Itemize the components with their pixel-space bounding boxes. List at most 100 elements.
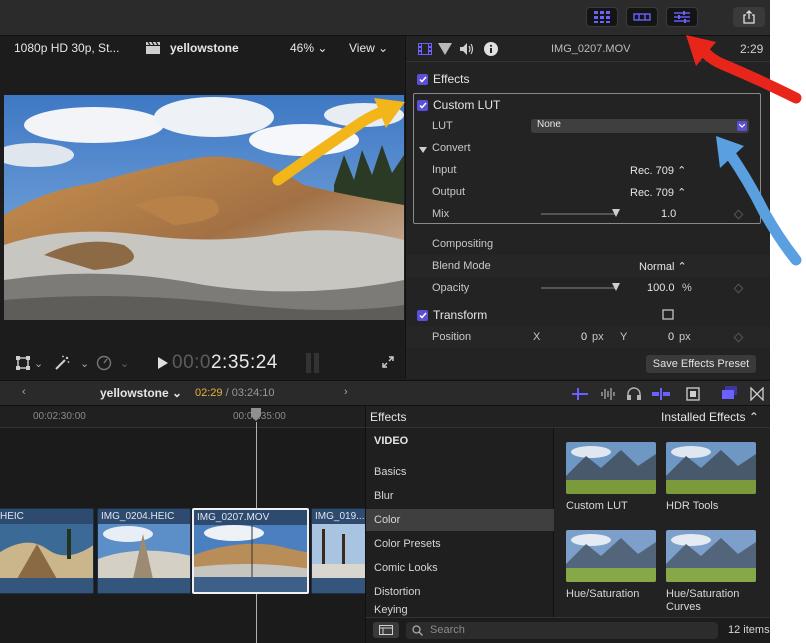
keyframe-diamond-icon[interactable] — [733, 332, 744, 343]
category-blur[interactable]: Blur — [366, 485, 554, 507]
transform-checkbox[interactable] — [417, 309, 428, 321]
category-header-video: VIDEO — [374, 435, 409, 447]
opacity-row: Opacity 100.0 % — [406, 277, 770, 299]
headphones-icon[interactable] — [627, 387, 641, 403]
filmstrip-icon[interactable] — [686, 387, 700, 404]
effect-tile-hue-saturation[interactable]: Hue/Saturation — [566, 530, 656, 601]
transform-tool-icon[interactable] — [16, 356, 30, 373]
viewer: 1080p HD 30p, St... yellowstone 46% ⌄ Vi… — [0, 36, 404, 379]
lut-popup[interactable]: None — [531, 119, 749, 133]
lut-label: LUT — [432, 120, 453, 132]
effects-browser-title: Effects — [370, 410, 407, 424]
mix-slider-knob[interactable] — [612, 209, 620, 217]
category-keying[interactable]: Keying — [366, 604, 554, 617]
zoom-menu[interactable]: 46% ⌄ — [290, 41, 327, 55]
video-inspector-icon[interactable] — [418, 43, 432, 58]
timeline-toolbar: ‹ yellowstone ⌄ 02:29 / 03:24:10 › — [0, 380, 770, 406]
inspector: IMG_0207.MOV 2:29 Effects Custom LUT LUT… — [405, 36, 770, 379]
effect-thumbnail — [666, 442, 756, 494]
color-inspector-icon[interactable] — [438, 43, 452, 58]
installed-effects-menu[interactable]: Installed Effects ⌃ — [661, 410, 759, 424]
mix-label: Mix — [432, 208, 450, 220]
clip-appearance-icon[interactable] — [572, 388, 588, 403]
forward-chevron-icon[interactable]: › — [344, 386, 348, 398]
timeline-clip[interactable]: IMG_0204.HEIC — [97, 508, 191, 594]
playhead-handle[interactable] — [251, 408, 261, 422]
keyframe-diamond-icon[interactable] — [733, 209, 744, 220]
output-popup[interactable]: Rec. 709 ⌃ — [630, 186, 686, 199]
clip-filename: IMG_0207.MOV — [551, 42, 631, 55]
mix-value[interactable]: 1.0 — [661, 208, 676, 220]
chevron-down-icon[interactable]: ⌄ — [80, 357, 89, 370]
audio-speaker-icon[interactable] — [460, 43, 474, 58]
keyframe-diamond-icon[interactable] — [733, 283, 744, 294]
clapper-icon — [146, 41, 160, 57]
inspector-sliders-icon[interactable] — [666, 7, 698, 27]
final-cut-window: 1080p HD 30p, St... yellowstone 46% ⌄ Vi… — [0, 0, 770, 643]
share-icon[interactable] — [733, 7, 765, 27]
effects-search-input[interactable]: Search — [406, 622, 718, 639]
library-grid-icon[interactable] — [586, 7, 618, 27]
timeline[interactable]: 00:02:30:00 00:02:35:00 HEIC IMG_0204.HE… — [0, 406, 371, 643]
position-row: Position X 0 px Y 0 px — [406, 326, 770, 348]
effect-tile-custom-lut[interactable]: Custom LUT — [566, 442, 656, 513]
clip-thumbnail — [194, 525, 307, 580]
opacity-slider[interactable] — [541, 287, 616, 289]
viewer-controls: ⌄ ⌄ ⌄ 00:02:35:24 — [0, 348, 404, 379]
top-toolbar — [0, 0, 770, 36]
viewer-frame — [4, 95, 404, 320]
chevron-down-icon[interactable]: ⌄ — [34, 357, 43, 370]
clip-thumbnail — [98, 524, 190, 579]
position-x-value[interactable]: 0 — [581, 331, 587, 343]
timeline-project-menu[interactable]: yellowstone ⌄ — [100, 386, 182, 400]
timeline-icon[interactable] — [626, 7, 658, 27]
chevron-down-icon[interactable]: ⌄ — [120, 357, 129, 370]
snapping-icon[interactable] — [652, 388, 670, 403]
timeline-ruler[interactable]: 00:02:30:00 00:02:35:00 — [0, 406, 365, 428]
compositing-header[interactable]: Compositing — [406, 233, 770, 255]
effects-browser-icon[interactable] — [722, 386, 738, 403]
magic-wand-icon[interactable] — [54, 355, 70, 374]
selected-timeline-clip[interactable]: IMG_0207.MOV — [192, 508, 309, 594]
viewer-header: 1080p HD 30p, St... yellowstone 46% ⌄ Vi… — [0, 36, 404, 60]
opacity-slider-knob[interactable] — [612, 283, 620, 291]
category-color-presets[interactable]: Color Presets — [366, 533, 554, 555]
save-effects-preset-button[interactable]: Save Effects Preset — [646, 355, 756, 373]
timeline-clip[interactable]: HEIC — [0, 508, 94, 594]
effects-checkbox[interactable] — [417, 73, 428, 85]
transitions-icon[interactable] — [750, 386, 764, 404]
info-icon[interactable] — [484, 42, 498, 59]
category-distortion[interactable]: Distortion — [366, 581, 554, 603]
effects-section-header[interactable]: Effects — [406, 68, 770, 90]
transform-header[interactable]: Transform — [406, 304, 770, 326]
fullscreen-icon[interactable] — [382, 356, 394, 371]
effect-tile-hue-saturation-curves[interactable]: Hue/Saturation Curves — [666, 530, 756, 614]
sidebar-toggle-icon[interactable] — [373, 622, 399, 638]
category-comic-looks[interactable]: Comic Looks — [366, 557, 554, 579]
category-basics[interactable]: Basics — [366, 461, 554, 483]
convert-row[interactable]: Convert — [406, 137, 770, 159]
play-icon[interactable] — [158, 357, 168, 372]
clip-duration: 2:29 — [740, 41, 764, 56]
output-label: Output — [432, 186, 466, 198]
effect-thumbnail — [566, 442, 656, 494]
custom-lut-header[interactable]: Custom LUT — [406, 94, 770, 116]
transform-onscreen-icon[interactable] — [662, 309, 674, 323]
mix-slider[interactable] — [541, 213, 616, 215]
custom-lut-checkbox[interactable] — [417, 99, 428, 111]
opacity-value[interactable]: 100.0 — [647, 282, 675, 294]
position-y-value[interactable]: 0 — [668, 331, 674, 343]
category-color-selected[interactable]: Color — [366, 509, 554, 531]
yellowstone-terraces-image — [4, 95, 404, 320]
disclosure-triangle-icon[interactable] — [419, 144, 427, 156]
effect-tile-hdr-tools[interactable]: HDR Tools — [666, 442, 756, 513]
input-popup[interactable]: Rec. 709 ⌃ — [630, 164, 686, 177]
back-chevron-icon[interactable]: ‹ — [22, 386, 26, 398]
input-label: Input — [432, 164, 457, 176]
view-menu[interactable]: View ⌄ — [349, 41, 388, 55]
audio-waveform-icon[interactable] — [600, 388, 616, 403]
timeline-clip[interactable]: IMG_019... — [311, 508, 371, 594]
speed-gauge-icon[interactable] — [96, 355, 112, 374]
position-y-label: Y — [620, 331, 628, 343]
blend-mode-popup[interactable]: Normal ⌃ — [639, 260, 687, 273]
